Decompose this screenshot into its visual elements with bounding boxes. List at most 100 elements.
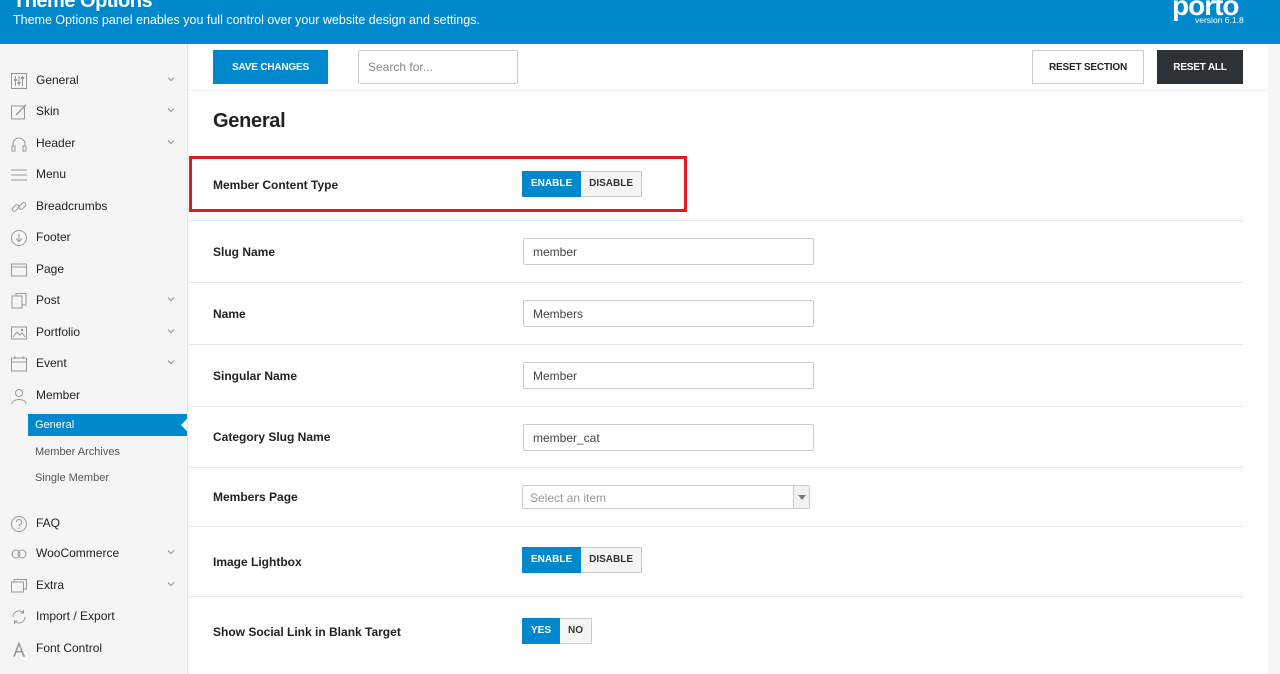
disable-button[interactable]: DISABLE <box>581 547 643 573</box>
sidebar-subitem-label: Member Archives <box>35 446 120 458</box>
sidebar-item-label: Post <box>36 293 61 307</box>
sidebar-item-font-control[interactable]: Font Control <box>0 636 187 662</box>
sidebar-item-label: General <box>36 73 79 87</box>
panel-title: Theme Options <box>13 0 153 12</box>
members-page-select[interactable]: Select an item <box>522 485 810 509</box>
sidebar-item-label: Page <box>36 262 65 276</box>
no-button[interactable]: NO <box>560 618 593 644</box>
sidebar-item-label: Skin <box>36 104 60 118</box>
chevron-down-icon <box>167 108 175 113</box>
font-icon <box>13 641 25 657</box>
chevron-down-icon <box>167 550 175 555</box>
member-content-type-toggle: ENABLE DISABLE <box>522 171 643 197</box>
section-title: General <box>213 110 286 132</box>
chevron-down-icon <box>167 140 175 145</box>
reset-all-button[interactable]: RESET ALL <box>1157 50 1243 84</box>
sidebar-subitem-single-member[interactable]: Single Member <box>28 467 187 489</box>
sidebar-item-menu[interactable]: Menu <box>0 162 187 188</box>
arrow-down-circle-icon <box>11 230 27 246</box>
sidebar-subitem-label: Single Member <box>35 472 109 484</box>
refresh-icon <box>12 610 26 624</box>
row-divider <box>189 282 1243 283</box>
chevron-down-icon <box>167 329 175 334</box>
scrollbar-track[interactable] <box>1268 44 1280 674</box>
row-divider <box>189 344 1243 345</box>
row-divider <box>189 596 1243 597</box>
disable-button[interactable]: DISABLE <box>581 171 643 197</box>
sidebar-item-import-export[interactable]: Import / Export <box>0 604 187 630</box>
row-divider <box>189 526 1243 527</box>
select-placeholder: Select an item <box>530 491 607 505</box>
sidebar-item-label: Breadcrumbs <box>36 199 108 213</box>
chevron-down-icon <box>167 582 175 587</box>
slug-name-label: Slug Name <box>213 245 276 259</box>
image-lightbox-toggle: ENABLE DISABLE <box>522 547 643 573</box>
calendar-icon <box>11 356 27 372</box>
sidebar-item-portfolio[interactable]: Portfolio <box>0 320 187 346</box>
image-lightbox-label: Image Lightbox <box>213 555 302 569</box>
sidebar-item-event[interactable]: Event <box>0 351 187 377</box>
member-content-type-label: Member Content Type <box>213 178 339 192</box>
copy-icon <box>11 293 27 309</box>
sidebar-item-label: Font Control <box>36 641 103 655</box>
social-link-blank-label: Show Social Link in Blank Target <box>213 625 401 639</box>
row-divider <box>189 467 1243 468</box>
sidebar-item-label: FAQ <box>36 516 61 530</box>
user-icon <box>11 389 27 405</box>
name-label: Name <box>213 307 246 321</box>
sidebar-item-breadcrumbs[interactable]: Breadcrumbs <box>0 194 187 220</box>
reset-section-button[interactable]: RESET SECTION <box>1032 50 1144 84</box>
sidebar-item-label: Header <box>36 136 76 150</box>
page-icon <box>11 263 27 277</box>
enable-button[interactable]: ENABLE <box>522 547 582 573</box>
sidebar-item-label: WooCommerce <box>36 546 120 560</box>
enable-button[interactable]: ENABLE <box>522 171 582 197</box>
sidebar-item-label: Menu <box>36 167 67 181</box>
chevron-down-icon <box>167 360 175 365</box>
sidebar-item-label: Event <box>36 356 67 370</box>
search-input[interactable] <box>358 50 518 84</box>
sidebar-item-label: Import / Export <box>36 609 115 623</box>
panel-subtitle: Theme Options panel enables you full con… <box>13 13 480 27</box>
name-input[interactable] <box>523 300 814 327</box>
slug-name-input[interactable] <box>523 238 814 265</box>
sidebar-item-general[interactable]: General <box>0 68 187 94</box>
link-icon <box>11 202 27 212</box>
sidebar-item-label: Portfolio <box>36 325 81 339</box>
members-page-label: Members Page <box>213 490 298 504</box>
dropdown-arrow-icon[interactable] <box>793 486 809 508</box>
sidebar-item-woocommerce[interactable]: WooCommerce <box>0 541 187 567</box>
sidebar-subitem-general[interactable]: General <box>28 414 187 436</box>
social-link-blank-toggle: YES NO <box>522 618 593 644</box>
sidebar-subitem-member-archives[interactable]: Member Archives <box>28 441 187 463</box>
sidebar-item-footer[interactable]: Footer <box>0 225 187 251</box>
sidebar-item-page[interactable]: Page <box>0 257 187 283</box>
layers-icon <box>11 579 27 593</box>
sidebar-item-member[interactable]: Member <box>0 383 187 409</box>
sidebar-item-label: Footer <box>36 230 71 244</box>
row-divider <box>189 406 1243 407</box>
category-slug-name-input[interactable] <box>523 424 814 451</box>
top-header: Theme Options Theme Options panel enable… <box>0 0 1280 44</box>
singular-name-input[interactable] <box>523 362 814 389</box>
save-changes-button[interactable]: SAVE CHANGES <box>213 50 328 84</box>
sidebar-item-post[interactable]: Post <box>0 288 187 314</box>
sidebar-item-extra[interactable]: Extra <box>0 573 187 599</box>
toolbar-divider <box>189 90 1269 91</box>
sidebar-item-header[interactable]: Header <box>0 131 187 157</box>
version-label: version 6.1.8 <box>1195 15 1244 25</box>
sliders-icon <box>11 73 27 89</box>
menu-icon <box>11 169 27 181</box>
sidebar-item-skin[interactable]: Skin <box>0 99 187 125</box>
category-slug-name-label: Category Slug Name <box>213 430 331 444</box>
image-icon <box>11 326 27 340</box>
paint-icon <box>11 104 27 120</box>
chevron-down-icon <box>167 297 175 302</box>
singular-name-label: Singular Name <box>213 369 298 383</box>
sidebar-item-faq[interactable]: FAQ <box>0 511 187 537</box>
sidebar-subitem-label: General <box>35 419 75 431</box>
sidebar-item-label: Extra <box>36 578 65 592</box>
chevron-down-icon <box>167 77 175 82</box>
sidebar: General Skin Header Menu Breadcrumbs Foo… <box>0 44 188 674</box>
yes-button[interactable]: YES <box>522 618 561 644</box>
